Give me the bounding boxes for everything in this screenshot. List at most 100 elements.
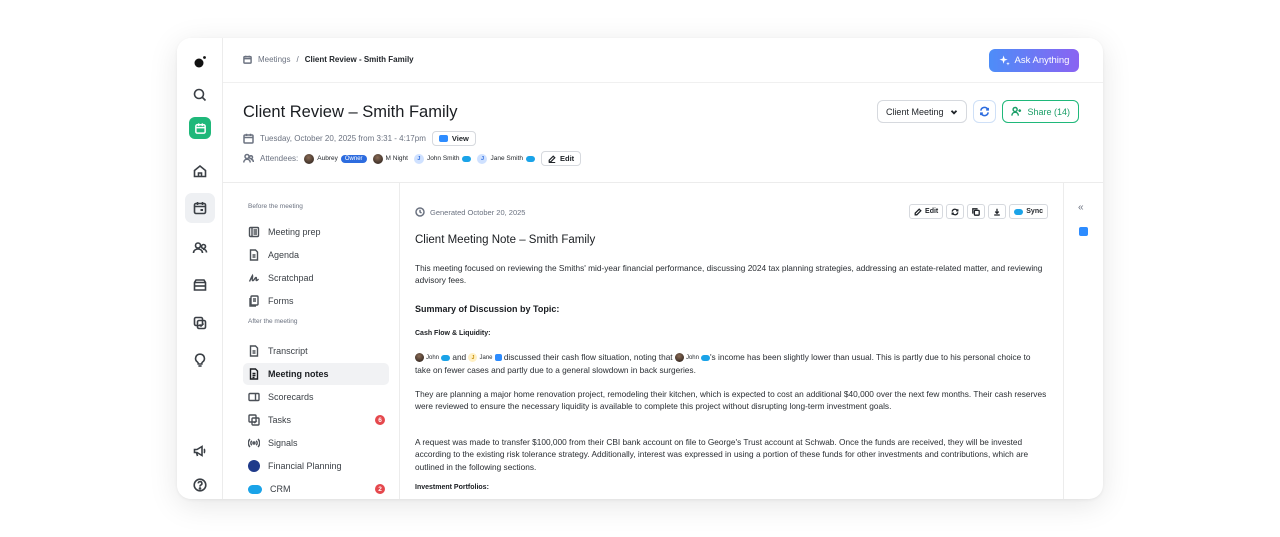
nav-item-crm[interactable]: CRM 2: [243, 478, 389, 499]
breadcrumb-separator: /: [296, 55, 299, 64]
generated-date: Generated October 20, 2025: [430, 207, 526, 217]
summary-heading: Summary of Discussion by Topic:: [415, 304, 560, 314]
person-chip[interactable]: J Jane: [468, 352, 502, 364]
ask-anything-button[interactable]: Ask Anything: [989, 49, 1079, 72]
share-button[interactable]: Share (14): [1002, 100, 1079, 123]
tasks-count-badge: 6: [375, 415, 385, 425]
section-before-label: Before the meeting: [248, 203, 303, 210]
person-chip[interactable]: John: [415, 352, 451, 364]
edit-note-button[interactable]: Edit: [909, 204, 944, 219]
copy-check-icon[interactable]: [185, 308, 215, 338]
nav-item-transcript[interactable]: Transcript: [243, 340, 389, 362]
avatar: J: [468, 353, 478, 363]
copy-icon: [972, 207, 981, 216]
chip-name: John: [685, 354, 699, 361]
attendee-chip[interactable]: Aubrey Owner: [304, 153, 367, 164]
home-icon[interactable]: [185, 156, 215, 186]
edit-attendees-button[interactable]: Edit: [541, 151, 582, 166]
meeting-header: Client Review – Smith Family Tuesday, Oc…: [223, 83, 1103, 183]
handwriting-icon: [248, 273, 260, 282]
nav-item-meeting-notes[interactable]: Meeting notes: [243, 363, 389, 385]
cash-paragraph-1: John and J Jane discussed their cash flow…: [415, 351, 1047, 376]
collapse-panel-button[interactable]: «: [1078, 202, 1084, 213]
sync-crm-button[interactable]: Sync: [1009, 204, 1048, 219]
edit-icon: [548, 154, 556, 163]
cash-flow-heading: Cash Flow & Liquidity:: [415, 330, 491, 337]
prep-icon: [248, 226, 260, 238]
crm-count-badge: 2: [375, 484, 385, 494]
nav-item-financial-planning[interactable]: Financial Planning: [243, 455, 389, 477]
megaphone-icon[interactable]: [185, 436, 215, 466]
nav-label: Forms: [268, 296, 294, 306]
nav-label: Transcript: [268, 346, 308, 356]
salesforce-icon: [1014, 208, 1024, 215]
people-icon[interactable]: [185, 233, 215, 263]
right-panel-rail: «: [1063, 183, 1103, 499]
meetings-calendar-icon[interactable]: [185, 193, 215, 223]
attendee-name: Jane Smith: [490, 155, 523, 162]
nav-item-agenda[interactable]: Agenda: [243, 244, 389, 266]
meeting-type-select[interactable]: Client Meeting: [876, 100, 968, 123]
sync-button[interactable]: [973, 100, 997, 123]
zoom-icon[interactable]: [1079, 227, 1088, 236]
chip-name: John: [426, 354, 440, 361]
signal-icon: [248, 438, 260, 448]
meeting-note: Generated October 20, 2025 Edit Sync Cli…: [400, 183, 1063, 499]
copy-button[interactable]: [967, 204, 986, 219]
edit-icon: [914, 207, 922, 215]
nav-item-scratchpad[interactable]: Scratchpad: [243, 267, 389, 289]
header-actions: Client Meeting Share (14): [876, 100, 1079, 123]
calendar-icon: [243, 133, 254, 144]
chip-name: Jane: [479, 354, 493, 361]
attendee-chip[interactable]: J John Smith: [413, 153, 472, 164]
avatar: [372, 153, 383, 164]
help-icon[interactable]: [185, 470, 215, 499]
attendee-chip[interactable]: M Night: [372, 153, 408, 164]
attendee-name: John Smith: [426, 155, 460, 162]
nav-item-tasks[interactable]: Tasks 6: [243, 409, 389, 431]
refresh-icon: [980, 106, 990, 117]
view-label: View: [451, 134, 469, 143]
avatar: J: [413, 153, 424, 164]
lightbulb-icon[interactable]: [185, 345, 215, 375]
zoom-icon: [438, 135, 448, 142]
search-icon[interactable]: [185, 80, 215, 110]
breadcrumb-parent[interactable]: Meetings: [258, 55, 290, 64]
attendees-label: Attendees:: [260, 154, 299, 163]
salesforce-icon: [526, 155, 535, 162]
avatar: [304, 153, 315, 164]
meeting-type-value: Client Meeting: [885, 106, 944, 117]
edit-label: Edit: [560, 154, 575, 163]
forms-icon: [249, 295, 259, 307]
view-recording-button[interactable]: View: [431, 131, 476, 146]
calendar-app-icon[interactable]: [185, 113, 215, 143]
meeting-sidebar: Before the meeting Meeting prep Agenda S…: [223, 183, 400, 499]
download-button[interactable]: [988, 204, 1007, 219]
attendee-chip[interactable]: J Jane Smith: [477, 153, 535, 164]
nav-item-signals[interactable]: Signals: [243, 432, 389, 454]
investment-heading: Investment Portfolios:: [415, 484, 489, 491]
note-toolbar: Edit Sync: [909, 204, 1048, 219]
share-label: Share (14): [1027, 106, 1070, 117]
attendee-name: M Night: [385, 155, 408, 162]
salesforce-icon: [248, 484, 262, 494]
page-title: Client Review – Smith Family: [243, 103, 458, 121]
inbox-icon[interactable]: [185, 270, 215, 300]
regenerate-button[interactable]: [946, 204, 965, 219]
download-icon: [994, 208, 1001, 216]
nav-item-scorecards[interactable]: Scorecards: [243, 386, 389, 408]
nav-item-meeting-prep[interactable]: Meeting prep: [243, 221, 389, 243]
attendees-icon: [243, 153, 254, 163]
generated-info: Generated October 20, 2025: [415, 207, 525, 217]
crm-icon: [494, 354, 502, 362]
icon-rail: [177, 38, 223, 499]
refresh-icon: [951, 208, 959, 215]
text-fragment: and: [452, 352, 467, 362]
owner-badge: Owner: [340, 154, 367, 163]
person-chip[interactable]: John: [674, 352, 710, 364]
text-fragment: discussed their cash flow situation, not…: [503, 352, 673, 362]
app-logo-icon[interactable]: [194, 56, 206, 68]
cash-paragraph-3: A request was made to transfer $100,000 …: [415, 437, 1029, 472]
tasks-icon: [248, 414, 260, 426]
nav-item-forms[interactable]: Forms: [243, 290, 389, 312]
